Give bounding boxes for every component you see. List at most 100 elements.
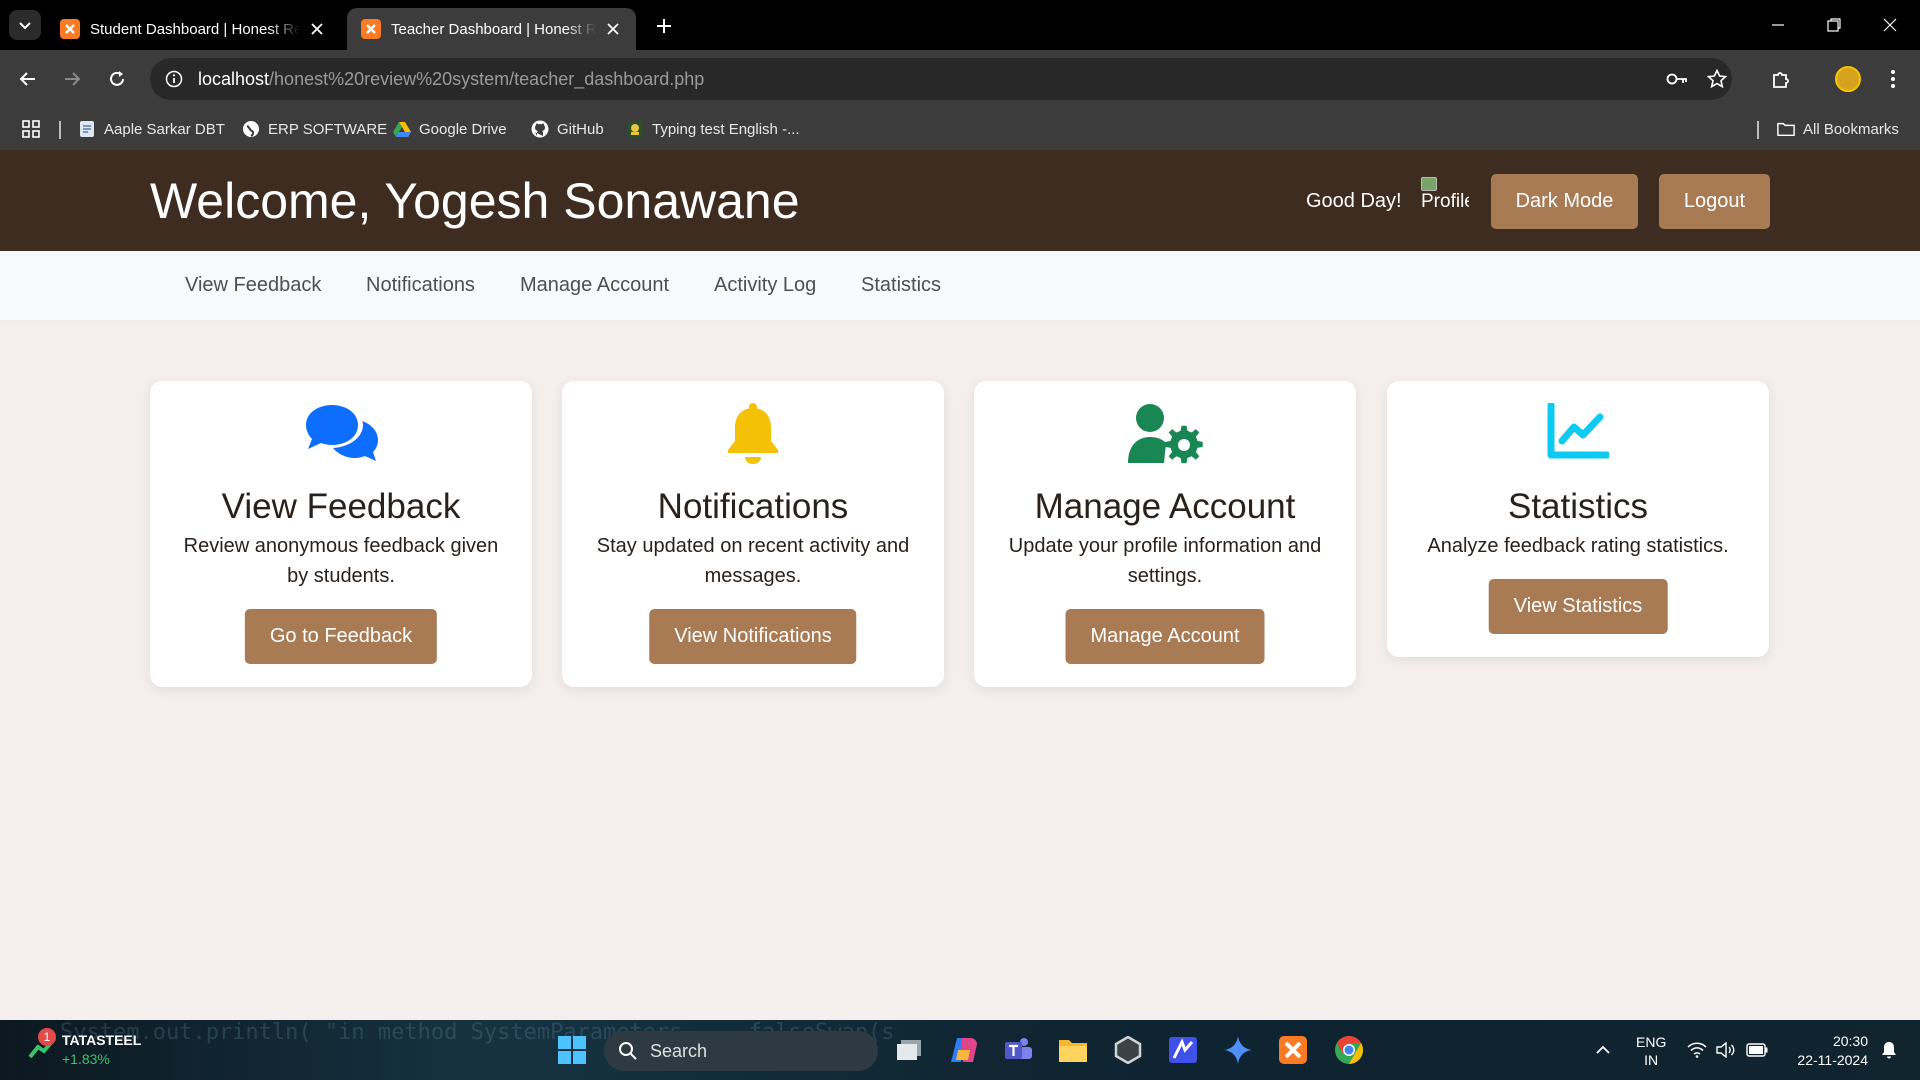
tab-teacher-dashboard[interactable]: Teacher Dashboard | Honest Re xyxy=(347,8,636,50)
bookmark-divider xyxy=(59,121,61,139)
sparkle-icon xyxy=(1224,1036,1252,1064)
card-title: Manage Account xyxy=(1034,487,1296,526)
all-bookmarks-folder[interactable]: All Bookmarks xyxy=(1777,116,1899,142)
dark-mode-button[interactable]: Dark Mode xyxy=(1491,174,1638,229)
minimize-icon xyxy=(1772,24,1784,26)
view-statistics-button[interactable]: View Statistics xyxy=(1488,579,1668,634)
tab-title: Student Dashboard | Honest Re xyxy=(90,20,300,38)
clock-date: 22-11-2024 xyxy=(1797,1052,1868,1068)
card-manage-account: Manage Account Update your profile infor… xyxy=(974,381,1356,687)
view-notifications-button[interactable]: View Notifications xyxy=(649,609,857,664)
input-language-indicator[interactable]: ENG IN xyxy=(1636,1033,1666,1069)
notification-center-button[interactable] xyxy=(1875,1020,1903,1080)
system-clock[interactable]: 20:30 22-11-2024 xyxy=(1786,1032,1868,1070)
profile-avatar-button[interactable] xyxy=(1831,62,1865,96)
bookmark-star-icon[interactable] xyxy=(1705,67,1729,91)
github-icon xyxy=(531,120,549,138)
chevron-down-icon xyxy=(19,22,31,30)
profile-picture[interactable]: Profile xyxy=(1421,177,1469,225)
xampp-favicon-icon xyxy=(60,19,80,39)
bookmark-typing-test[interactable]: Typing test English -... xyxy=(626,116,800,142)
tab-search-button[interactable] xyxy=(9,10,41,40)
region-code: IN xyxy=(1644,1052,1659,1068)
card-description: Review anonymous feedback given by stude… xyxy=(183,535,499,587)
nav-view-feedback[interactable]: View Feedback xyxy=(185,274,321,297)
show-hidden-icons-button[interactable] xyxy=(1588,1020,1618,1080)
password-key-icon[interactable] xyxy=(1665,67,1689,91)
close-tab-icon[interactable] xyxy=(306,18,328,40)
close-icon xyxy=(1883,18,1897,32)
start-button[interactable] xyxy=(551,1029,593,1071)
browser-tab-strip: Student Dashboard | Honest Re Teacher Da… xyxy=(0,0,1920,50)
bookmark-label: ERP SOFTWARE xyxy=(268,120,388,138)
restore-window-button[interactable] xyxy=(1814,8,1854,42)
unity-app[interactable] xyxy=(1107,1029,1149,1071)
bookmark-aaple-sarkar[interactable]: Aaple Sarkar DBT xyxy=(78,116,225,142)
chrome-menu-button[interactable] xyxy=(1876,62,1910,96)
search-placeholder: Search xyxy=(650,1040,708,1061)
stock-name: TATASTEEL xyxy=(62,1032,142,1048)
close-window-button[interactable] xyxy=(1870,8,1910,42)
xampp-favicon-icon xyxy=(361,19,381,39)
site-info-icon[interactable] xyxy=(162,67,186,91)
apps-grid-icon xyxy=(22,120,40,138)
unity-icon xyxy=(1114,1036,1142,1064)
folder-icon xyxy=(1777,120,1795,138)
browser-toolbar: localhost/honest%20review%20system/teach… xyxy=(0,50,1920,108)
reload-button[interactable] xyxy=(100,62,134,96)
card-title: View Feedback xyxy=(221,487,461,526)
bookmark-github[interactable]: GitHub xyxy=(531,116,604,142)
manage-account-button[interactable]: Manage Account xyxy=(1065,609,1265,664)
task-view-button[interactable] xyxy=(888,1029,930,1071)
bookmark-erp-software[interactable]: ERP SOFTWARE xyxy=(242,116,387,142)
nav-manage-account[interactable]: Manage Account xyxy=(520,274,669,297)
tab-student-dashboard[interactable]: Student Dashboard | Honest Re xyxy=(46,8,340,50)
bookmark-label: Google Drive xyxy=(419,120,507,138)
visual-studio-icon xyxy=(1169,1037,1197,1063)
arrow-right-icon xyxy=(65,72,81,86)
go-to-feedback-button[interactable]: Go to Feedback xyxy=(244,609,438,664)
plus-icon xyxy=(657,19,671,33)
restore-icon xyxy=(1827,18,1841,32)
tab-title: Teacher Dashboard | Honest Re xyxy=(391,20,596,38)
site-header: Welcome, Yogesh Sonawane Good Day! Profi… xyxy=(0,150,1920,251)
apps-grid-button[interactable] xyxy=(22,116,40,142)
bookmark-google-drive[interactable]: Google Drive xyxy=(393,116,507,142)
extensions-button[interactable] xyxy=(1764,62,1798,96)
globe-icon xyxy=(242,120,260,138)
copilot-app[interactable] xyxy=(943,1029,985,1071)
bell-icon xyxy=(1882,1042,1896,1059)
logout-button[interactable]: Logout xyxy=(1659,174,1770,229)
chart-line-icon xyxy=(1387,403,1769,467)
volume-icon[interactable] xyxy=(1713,1020,1739,1080)
wifi-icon[interactable] xyxy=(1683,1020,1711,1080)
xampp-app[interactable] xyxy=(1272,1029,1314,1071)
nav-activity-log[interactable]: Activity Log xyxy=(714,274,816,297)
page-content: Welcome, Yogesh Sonawane Good Day! Profi… xyxy=(0,150,1920,1020)
document-icon xyxy=(78,120,96,138)
comments-icon xyxy=(150,403,532,467)
minimize-window-button[interactable] xyxy=(1758,8,1798,42)
stock-widget[interactable]: 1 TATASTEEL +1.83% xyxy=(28,1028,142,1069)
battery-icon[interactable] xyxy=(1743,1020,1771,1080)
windows-logo-icon xyxy=(558,1036,586,1064)
bookmark-label: Aaple Sarkar DBT xyxy=(104,120,225,138)
new-tab-button[interactable] xyxy=(650,12,678,40)
close-tab-icon[interactable] xyxy=(602,18,624,40)
forward-button[interactable] xyxy=(55,62,89,96)
file-explorer-app[interactable] xyxy=(1052,1029,1094,1071)
card-description: Stay updated on recent activity and mess… xyxy=(596,535,910,587)
address-bar[interactable]: localhost/honest%20review%20system/teach… xyxy=(150,58,1732,100)
language-code: ENG xyxy=(1636,1034,1667,1050)
windows-taskbar: System.out.println( "in method SystemPar… xyxy=(0,1020,1920,1080)
visual-studio-app[interactable] xyxy=(1162,1029,1204,1071)
teams-app[interactable] xyxy=(997,1029,1039,1071)
greeting-text: Good Day! xyxy=(1306,190,1402,212)
chrome-app[interactable] xyxy=(1328,1029,1370,1071)
back-button[interactable] xyxy=(11,62,45,96)
gemini-app[interactable] xyxy=(1217,1029,1259,1071)
taskbar-search-box[interactable]: Search xyxy=(604,1031,878,1071)
bookmark-label: GitHub xyxy=(557,120,604,138)
nav-statistics[interactable]: Statistics xyxy=(861,274,941,297)
nav-notifications[interactable]: Notifications xyxy=(366,274,475,297)
